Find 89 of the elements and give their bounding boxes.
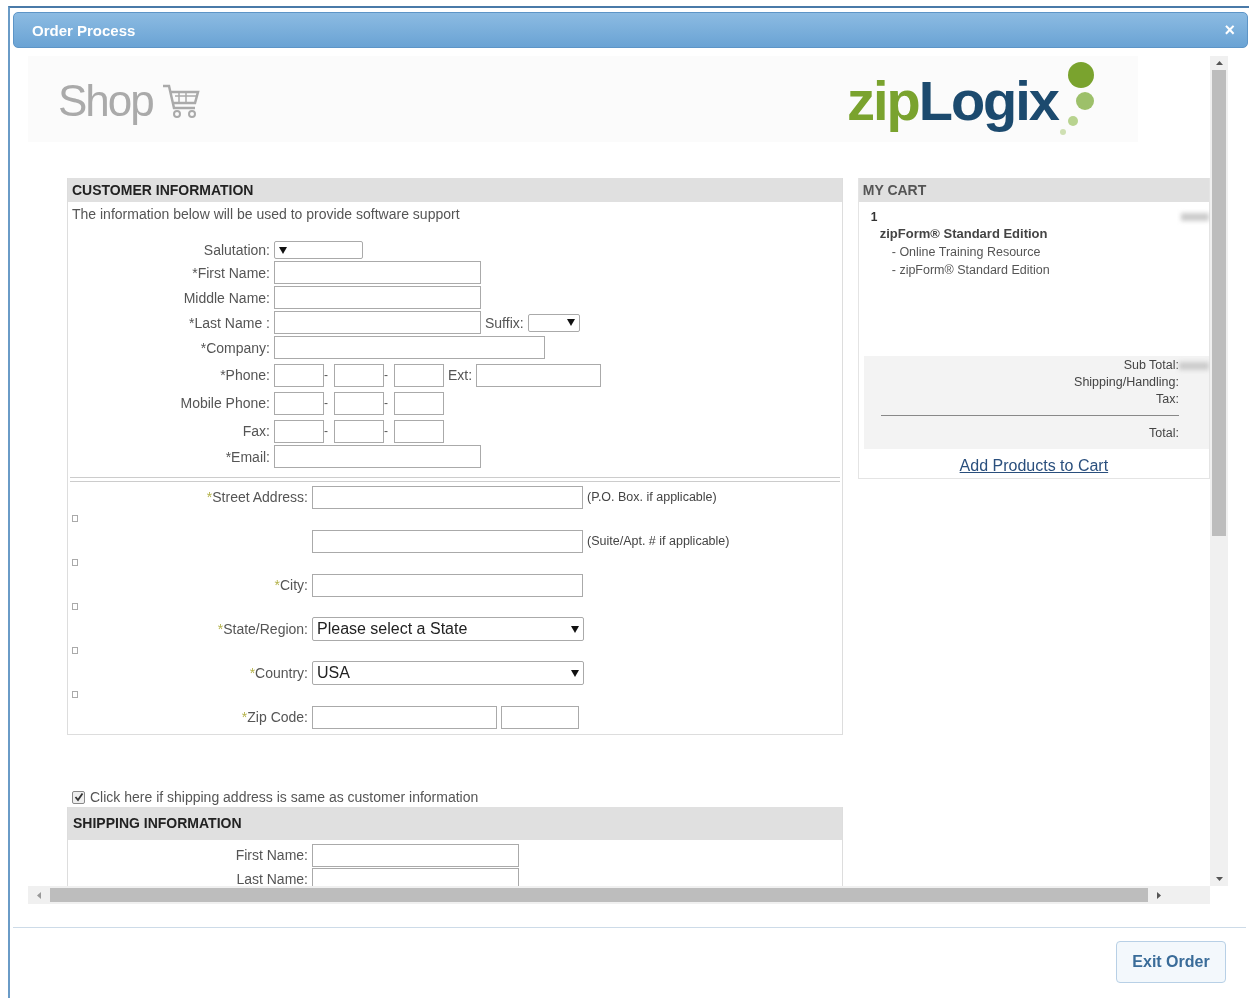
dropdown[interactable]: Please select a State xyxy=(312,617,584,641)
brand-logo-text: zipLogix xyxy=(846,71,1058,131)
info-note: The information below will be used to provide software support xyxy=(71,205,461,224)
dropdown-arrow-icon xyxy=(571,625,579,633)
total-label: Total: xyxy=(1149,426,1179,442)
salutation-dropdown[interactable] xyxy=(274,241,363,259)
separator-text: - xyxy=(324,396,329,410)
input-field[interactable] xyxy=(274,311,481,334)
checkbox[interactable] xyxy=(72,790,85,804)
input-field[interactable] xyxy=(312,573,583,597)
separator-text: - xyxy=(384,396,389,410)
vertical-scrollbar[interactable] xyxy=(1210,56,1228,886)
field-label: Suffix: xyxy=(485,314,524,331)
input-field[interactable] xyxy=(334,419,384,443)
input-field[interactable] xyxy=(274,261,481,284)
dropdown-arrow-icon xyxy=(571,669,579,677)
input-field[interactable] xyxy=(476,363,602,387)
horizontal-scrollbar[interactable] xyxy=(28,886,1210,904)
field-label: First Name: xyxy=(234,847,309,863)
broken-image-icon xyxy=(72,602,78,610)
input-field[interactable] xyxy=(312,705,497,729)
blurred-price xyxy=(1181,213,1209,221)
field-label: Middle Name: xyxy=(182,289,271,306)
blurred-price xyxy=(1179,362,1209,370)
field-label: *Zip Code: xyxy=(241,709,308,725)
dropdown-arrow-icon xyxy=(566,319,575,326)
input-field[interactable] xyxy=(274,419,324,443)
field-label: *Street Address: xyxy=(206,489,308,505)
shopping-cart-icon xyxy=(160,82,201,120)
input-field[interactable] xyxy=(274,336,545,359)
scroll-right-icon[interactable] xyxy=(1157,891,1161,899)
input-field[interactable] xyxy=(312,867,519,886)
input-field[interactable] xyxy=(312,843,519,867)
section-header: MY CART xyxy=(858,178,1209,202)
total-label: Shipping/Handling: xyxy=(1074,375,1179,391)
section-header: CUSTOMER INFORMATION xyxy=(68,178,842,202)
field-label: Salutation: xyxy=(202,242,271,258)
input-field[interactable] xyxy=(312,485,583,509)
scroll-left-icon[interactable] xyxy=(37,891,41,899)
dropdown-arrow-icon xyxy=(279,246,287,254)
field-label: *Email: xyxy=(224,448,271,465)
broken-image-icon xyxy=(72,558,78,566)
broken-image-icon xyxy=(72,514,78,522)
field-label: *State/Region: xyxy=(217,621,308,637)
input-field[interactable] xyxy=(274,391,324,415)
separator-text: - xyxy=(384,368,389,382)
suffix-dropdown[interactable] xyxy=(527,313,580,332)
input-field[interactable] xyxy=(274,286,481,309)
checkbox-label: Click here if shipping address is same as customer information xyxy=(90,789,479,805)
input-field[interactable] xyxy=(394,363,444,387)
input-field[interactable] xyxy=(394,419,444,443)
exit-order-button[interactable]: Exit Order xyxy=(1116,941,1226,983)
input-field[interactable] xyxy=(312,529,583,553)
section-header: SHIPPING INFORMATION xyxy=(68,807,842,840)
input-field[interactable] xyxy=(334,363,384,387)
field-hint: (Suite/Apt. # if applicable) xyxy=(587,534,730,548)
separator-text: - xyxy=(324,424,329,438)
field-label: *City: xyxy=(274,577,308,593)
field-hint: (P.O. Box. if applicable) xyxy=(587,490,717,504)
shop-logo-text: Shop xyxy=(58,76,153,126)
input-field[interactable] xyxy=(394,391,444,415)
field-label: Fax: xyxy=(241,423,271,439)
dropdown[interactable]: USA xyxy=(312,661,584,685)
total-label: Tax: xyxy=(1156,392,1179,408)
add-products-link[interactable]: Add Products to Cart xyxy=(959,457,1109,474)
field-label: *Last Name : xyxy=(188,314,271,331)
field-label: Last Name: xyxy=(235,871,309,886)
scroll-up-icon[interactable] xyxy=(1215,61,1223,65)
scroll-down-icon[interactable] xyxy=(1215,877,1223,881)
window-title: Order Process xyxy=(32,21,136,39)
field-label: *Country: xyxy=(249,665,308,681)
field-label: Mobile Phone: xyxy=(179,395,271,411)
item-quantity: 1 xyxy=(870,210,878,224)
product-component: - zipForm® Standard Edition xyxy=(890,263,1051,277)
total-label: Sub Total: xyxy=(1123,358,1179,374)
input-field[interactable] xyxy=(274,363,324,387)
input-field[interactable] xyxy=(501,705,579,729)
separator-text: - xyxy=(324,368,329,382)
input-field[interactable] xyxy=(334,391,384,415)
field-label: *Company: xyxy=(199,339,271,356)
broken-image-icon xyxy=(72,646,78,654)
product-component: - Online Training Resource xyxy=(890,245,1042,259)
field-label: Ext: xyxy=(448,367,473,383)
field-label: *First Name: xyxy=(191,264,271,281)
product-name: zipForm® Standard Edition xyxy=(878,226,1049,241)
broken-image-icon xyxy=(72,690,78,698)
field-label: *Phone: xyxy=(219,367,271,383)
input-field[interactable] xyxy=(274,445,481,468)
separator-text: - xyxy=(384,424,389,438)
